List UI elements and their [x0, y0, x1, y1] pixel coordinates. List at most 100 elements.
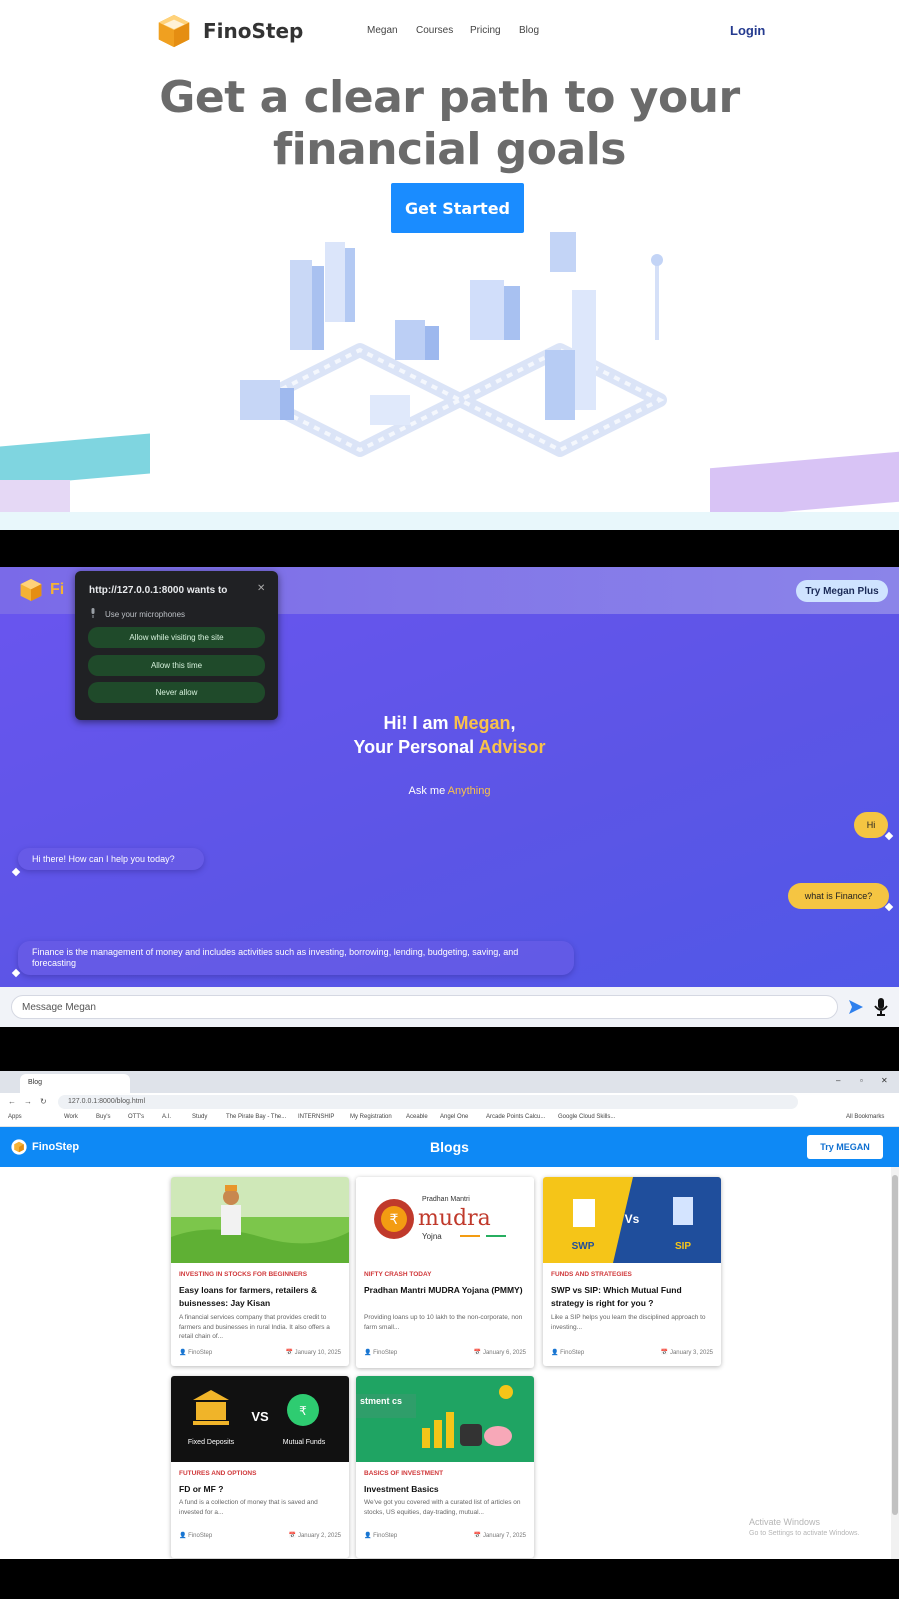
hero-title-line1: Get a clear path to your	[159, 72, 740, 123]
try-megan-plus-button[interactable]: Try Megan Plus	[796, 580, 888, 602]
finostep-logo-icon	[158, 14, 190, 48]
card-meta: 👤 FinoStep 📅 January 7, 2025	[364, 1532, 526, 1539]
card-title[interactable]: FD or MF ?	[179, 1483, 341, 1496]
reload-icon[interactable]: ↻	[40, 1097, 47, 1106]
calendar-icon: 📅	[288, 1533, 298, 1539]
microphone-icon	[91, 608, 95, 618]
user-message: what is Finance?	[788, 883, 889, 909]
ask-word: Anything	[447, 785, 491, 797]
maximize-icon[interactable]: ▫	[860, 1076, 863, 1085]
fd-vs-mf-image: ₹ Fixed Deposits VS Mutual Funds	[171, 1376, 349, 1462]
address-bar[interactable]: 127.0.0.1:8000/blog.html	[58, 1095, 798, 1109]
bookmark-item[interactable]: INTERNSHIP	[298, 1114, 334, 1120]
blog-card[interactable]: ₹ Fixed Deposits VS Mutual Funds FUTURES…	[171, 1376, 349, 1558]
page-title: Blogs	[430, 1139, 469, 1155]
bot-message: Finance is the management of money and i…	[18, 941, 574, 975]
blogs-browser-window: Blog – ▫ ✕ ← → ↻ 127.0.0.1:8000/blog.htm…	[0, 1071, 899, 1559]
calendar-icon: 📅	[473, 1350, 483, 1356]
card-category: FUNDS AND STRATEGIES	[551, 1271, 632, 1278]
greeting-your-text: Your Personal	[353, 737, 479, 757]
card-description: A financial services company that provid…	[179, 1314, 330, 1340]
blog-card[interactable]: INVESTING IN STOCKS FOR BEGINNERS Easy l…	[171, 1177, 349, 1366]
author-icon: 👤	[364, 1350, 374, 1356]
card-author: FinoStep	[373, 1350, 398, 1356]
card-author: FinoStep	[373, 1533, 398, 1539]
bookmark-item[interactable]: My Registration	[350, 1114, 392, 1120]
permission-subtitle: Use your microphones	[105, 610, 186, 619]
author-icon: 👤	[179, 1350, 189, 1356]
browser-tab[interactable]: Blog	[20, 1074, 130, 1093]
bot-message-tail	[11, 968, 21, 978]
card-author: FinoStep	[188, 1350, 213, 1356]
blog-card[interactable]: stment cs BASICS OF INVESTMENT Investmen…	[356, 1376, 534, 1558]
allow-while-visiting-button[interactable]: Allow while visiting the site	[88, 627, 265, 648]
bookmark-item[interactable]: Arcade Points Calcu...	[486, 1114, 545, 1120]
card-title[interactable]: SWP vs SIP: Which Mutual Fund strategy i…	[551, 1284, 713, 1310]
forward-icon[interactable]: →	[24, 1097, 32, 1106]
scrollbar[interactable]	[891, 1167, 899, 1559]
card-date: January 3, 2025	[669, 1350, 713, 1356]
login-link[interactable]: Login	[730, 23, 765, 38]
close-icon[interactable]: ✕	[257, 583, 265, 594]
nav-pricing[interactable]: Pricing	[470, 25, 501, 36]
calendar-icon: 📅	[660, 1350, 670, 1356]
brand-name[interactable]: FinoStep	[203, 19, 303, 43]
bookmark-item[interactable]: All Bookmarks	[846, 1114, 884, 1120]
svg-text:₹: ₹	[299, 1404, 307, 1418]
sip-label: SIP	[675, 1241, 691, 1252]
greeting-line2: Your Personal Advisor	[0, 737, 899, 758]
blog-card[interactable]: ₹ Pradhan Mantri mudra Yojna NIFTY CRASH…	[356, 1177, 534, 1368]
decor-stripe-teal	[0, 433, 150, 487]
microphone-icon[interactable]	[873, 997, 889, 1017]
blog-card[interactable]: SWP Vs SIP FUNDS AND STRATEGIES SWP vs S…	[543, 1177, 721, 1366]
microphone-permission-popup: http://127.0.0.1:8000 wants to ✕ Use you…	[75, 571, 278, 720]
card-meta: 👤 FinoStep 📅 January 10, 2025	[179, 1349, 341, 1356]
message-bar: Message Megan	[0, 987, 899, 1027]
back-icon[interactable]: ←	[8, 1097, 16, 1106]
close-window-icon[interactable]: ✕	[881, 1076, 888, 1085]
card-title[interactable]: Easy loans for farmers, retailers & buis…	[179, 1284, 341, 1310]
mudra-sub-text: Yojna	[422, 1232, 442, 1241]
card-title[interactable]: Investment Basics	[364, 1483, 526, 1496]
never-allow-button[interactable]: Never allow	[88, 682, 265, 703]
nav-courses[interactable]: Courses	[416, 25, 453, 36]
nav-megan[interactable]: Megan	[367, 25, 398, 36]
ask-prefix: Ask me	[408, 785, 448, 797]
bookmark-item[interactable]: Study	[192, 1114, 207, 1120]
mudra-main-text: mudra	[418, 1206, 491, 1231]
card-category: FUTURES AND OPTIONS	[179, 1470, 257, 1477]
mudra-top-text: Pradhan Mantri	[422, 1196, 470, 1203]
card-category: BASICS OF INVESTMENT	[364, 1470, 444, 1477]
nav-blog[interactable]: Blog	[519, 25, 539, 36]
scrollbar-thumb[interactable]	[892, 1175, 898, 1515]
message-input[interactable]: Message Megan	[11, 995, 838, 1019]
bookmark-item[interactable]: A.I.	[162, 1114, 171, 1120]
bookmark-item[interactable]: Angel One	[440, 1114, 468, 1120]
vs-label: VS	[251, 1409, 269, 1424]
finostep-logo-icon	[20, 578, 42, 602]
activate-windows-watermark: Activate Windows Go to Settings to activ…	[749, 1517, 860, 1539]
bookmark-item[interactable]: OTT's	[128, 1114, 144, 1120]
send-icon[interactable]	[848, 999, 864, 1015]
decor-stripe-purple	[710, 451, 899, 519]
chat-brand-partial: Fi	[50, 581, 65, 598]
bot-message: Hi there! How can I help you today?	[18, 848, 204, 870]
bookmark-item[interactable]: Apps	[8, 1114, 22, 1120]
bookmark-item[interactable]: Aceable	[406, 1114, 428, 1120]
bookmark-item[interactable]: The Pirate Bay - The...	[226, 1114, 286, 1120]
try-megan-button[interactable]: Try MEGAN	[807, 1135, 883, 1159]
author-icon: 👤	[551, 1350, 561, 1356]
minimize-icon[interactable]: –	[836, 1076, 840, 1085]
greeting-hi-text: Hi! I am	[383, 713, 454, 733]
card-category: NIFTY CRASH TODAY	[364, 1271, 432, 1278]
allow-this-time-button[interactable]: Allow this time	[88, 655, 265, 676]
greeting-name: Megan	[453, 713, 511, 733]
activate-line2: Go to Settings to activate Windows.	[749, 1530, 860, 1537]
bookmark-item[interactable]: Work	[64, 1114, 78, 1120]
card-title[interactable]: Pradhan Mantri MUDRA Yojana (PMMY)	[364, 1284, 526, 1297]
bookmark-item[interactable]: Buy's	[96, 1114, 110, 1120]
investment-overlay-text: stment cs	[360, 1396, 402, 1406]
get-started-button[interactable]: Get Started	[391, 183, 524, 233]
bookmark-item[interactable]: Google Cloud Skills...	[558, 1114, 615, 1120]
farmer-image	[171, 1177, 349, 1263]
